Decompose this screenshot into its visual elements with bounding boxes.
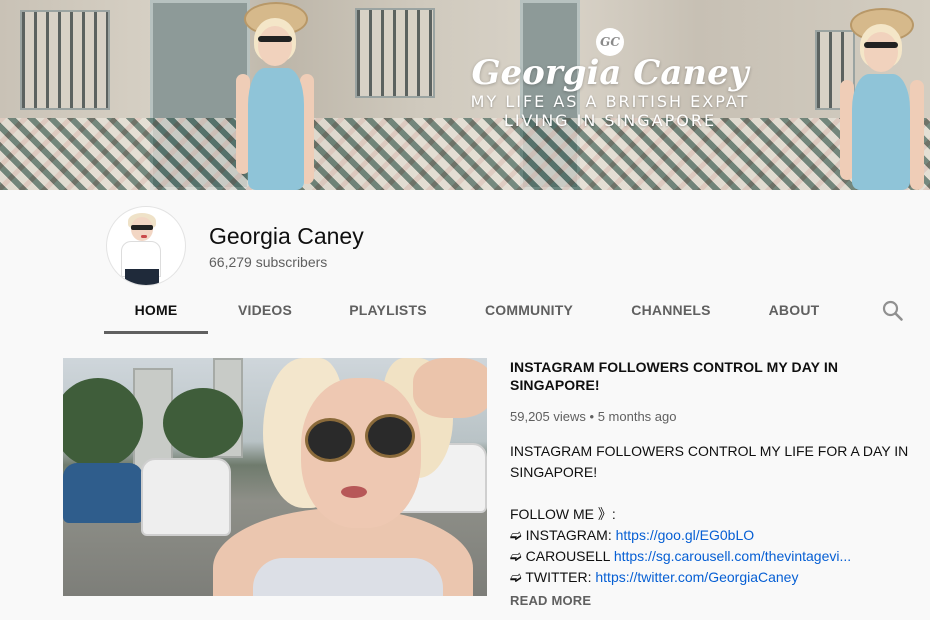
- video-title[interactable]: INSTAGRAM FOLLOWERS CONTROL MY DAY IN SI…: [510, 358, 910, 394]
- video-meta: 59,205 views • 5 months ago: [510, 408, 910, 426]
- description-line: INSTAGRAM FOLLOWERS CONTROL MY LIFE FOR …: [510, 443, 909, 459]
- link-label: CAROUSELL: [525, 548, 610, 564]
- meta-separator: •: [589, 409, 595, 424]
- arrow-icon: ➫: [510, 527, 522, 543]
- channel-banner: GC Georgia Caney MY LIFE AS A BRITISH EX…: [0, 0, 930, 190]
- banner-window: [20, 10, 110, 110]
- video-info: INSTAGRAM FOLLOWERS CONTROL MY DAY IN SI…: [510, 358, 910, 610]
- tab-videos[interactable]: VIDEOS: [225, 288, 305, 334]
- tab-about[interactable]: ABOUT: [758, 288, 830, 334]
- video-thumbnail[interactable]: [63, 358, 487, 596]
- banner-person-left: [230, 0, 320, 190]
- link-row-instagram: ➫ INSTAGRAM: https://goo.gl/EG0bLO: [510, 525, 910, 546]
- twitter-link[interactable]: https://twitter.com/GeorgiaCaney: [595, 569, 798, 585]
- video-description: INSTAGRAM FOLLOWERS CONTROL MY LIFE FOR …: [510, 441, 910, 588]
- banner-brand: GC Georgia Caney MY LIFE AS A BRITISH EX…: [440, 28, 780, 130]
- carousell-link[interactable]: https://sg.carousell.com/thevintagevi...: [614, 548, 851, 564]
- view-count: 59,205 views: [510, 409, 586, 424]
- link-row-carousell: ➫ CAROUSELL https://sg.carousell.com/the…: [510, 546, 910, 567]
- tab-playlists[interactable]: PLAYLISTS: [340, 288, 436, 334]
- banner-person-right: [830, 0, 930, 190]
- banner-window: [355, 8, 435, 98]
- tab-community[interactable]: COMMUNITY: [474, 288, 584, 334]
- channel-page: GC Georgia Caney MY LIFE AS A BRITISH EX…: [0, 0, 930, 620]
- upload-age: 5 months ago: [597, 409, 677, 424]
- link-row-twitter: ➫ TWITTER: https://twitter.com/GeorgiaCa…: [510, 567, 910, 588]
- avatar[interactable]: [106, 206, 186, 286]
- brand-name: Georgia Caney: [471, 53, 749, 93]
- search-icon: [882, 300, 903, 321]
- tab-home[interactable]: HOME: [104, 288, 208, 334]
- featured-video: INSTAGRAM FOLLOWERS CONTROL MY DAY IN SI…: [0, 334, 930, 620]
- follow-me-label: FOLLOW ME 》:: [510, 506, 616, 522]
- search-button[interactable]: [880, 298, 906, 324]
- channel-header: Georgia Caney 66,279 subscribers HOME VI…: [0, 190, 930, 334]
- link-label: TWITTER:: [525, 569, 592, 585]
- instagram-link[interactable]: https://goo.gl/EG0bLO: [616, 527, 755, 543]
- brand-badge: GC: [596, 28, 624, 56]
- read-more-button[interactable]: READ MORE: [510, 592, 910, 610]
- subscriber-count: 66,279 subscribers: [209, 254, 328, 270]
- channel-name: Georgia Caney: [209, 223, 364, 249]
- link-label: INSTAGRAM:: [525, 527, 612, 543]
- brand-tagline-1: MY LIFE AS A BRITISH EXPAT: [470, 92, 750, 111]
- arrow-icon: ➫: [510, 548, 522, 564]
- arrow-icon: ➫: [510, 569, 522, 585]
- brand-tagline-2: LIVING IN SINGAPORE: [503, 111, 717, 130]
- tab-channels[interactable]: CHANNELS: [624, 288, 718, 334]
- description-line: SINGAPORE!: [510, 464, 598, 480]
